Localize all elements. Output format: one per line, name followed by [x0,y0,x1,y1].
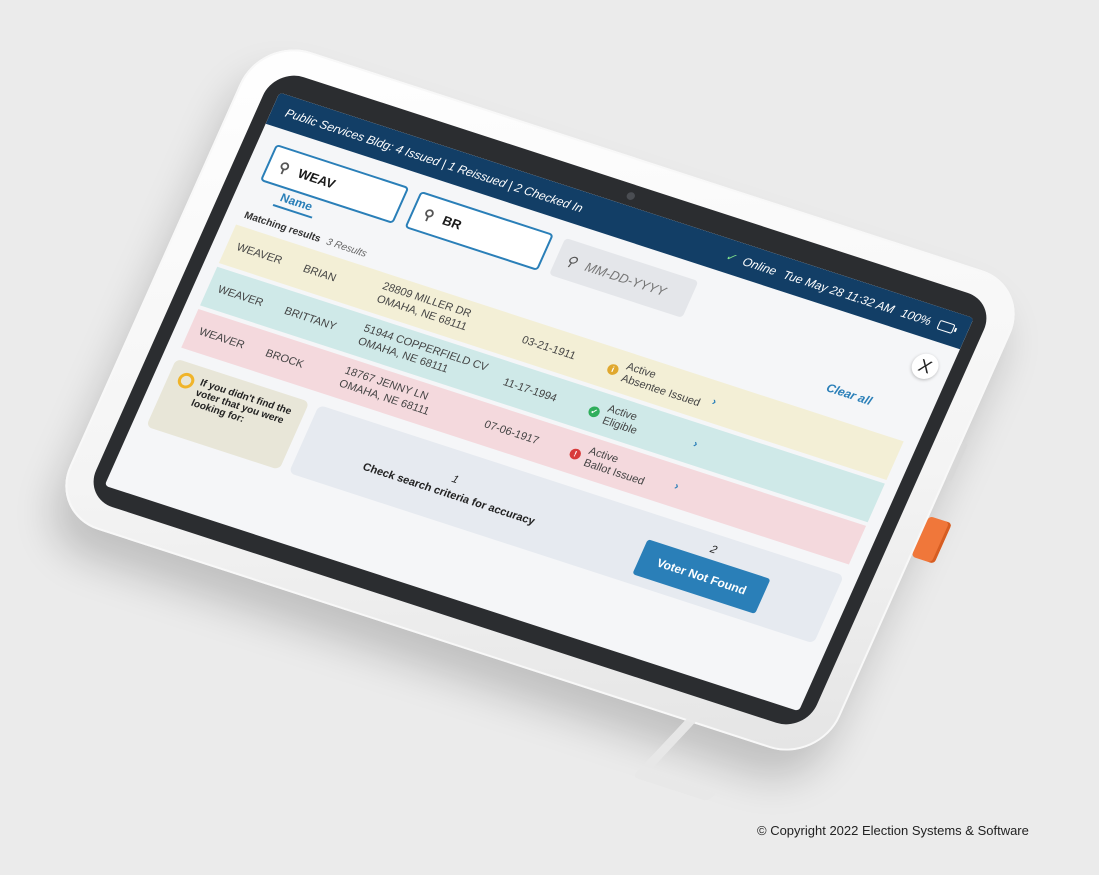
last-name-cell: WEAVER [215,283,266,310]
battery-icon [936,319,956,334]
app-screen: Public Services Bldg: 4 Issued | 1 Reiss… [104,92,974,712]
chevron-right-icon[interactable]: › [672,480,694,497]
warning-icon: ! [567,446,583,461]
dob-input[interactable] [580,257,677,302]
lifebuoy-icon [175,370,197,391]
battery-level: 100% [898,306,934,329]
chevron-right-icon[interactable]: › [691,438,713,455]
last-name-cell: WEAVER [234,241,284,267]
camera-icon [625,191,637,201]
search-icon: ⚲ [563,251,580,270]
check-circle-icon: ✓ [586,404,602,419]
search-icon: ⚲ [420,205,438,224]
step-2: 2 Voter Not Found [632,524,777,614]
first-name-cell: BROCK [263,347,306,371]
copyright-text: © Copyright 2022 Election Systems & Soft… [757,823,1029,838]
step-1: 1 Check search criteria for accuracy [361,446,543,528]
dob-cell: 11-17-1994 [501,376,559,405]
info-icon: i [605,362,621,376]
search-icon: ⚲ [276,158,293,177]
pollbook-tablet: Public Services Bldg: 4 Issued | 1 Reiss… [48,36,1032,802]
dob-cell: 07-06-1917 [482,418,541,447]
last-name-cell: WEAVER [196,325,247,352]
checkmark-icon: ✓ [723,248,739,265]
first-name-cell: BRITTANY [282,305,339,333]
first-name-cell: BRIAN [301,262,338,285]
help-prompt: If you didn't find the voter that you we… [189,377,294,427]
chevron-right-icon[interactable]: › [710,396,732,413]
first-name-input[interactable] [437,210,535,256]
online-status: Online [740,254,780,279]
